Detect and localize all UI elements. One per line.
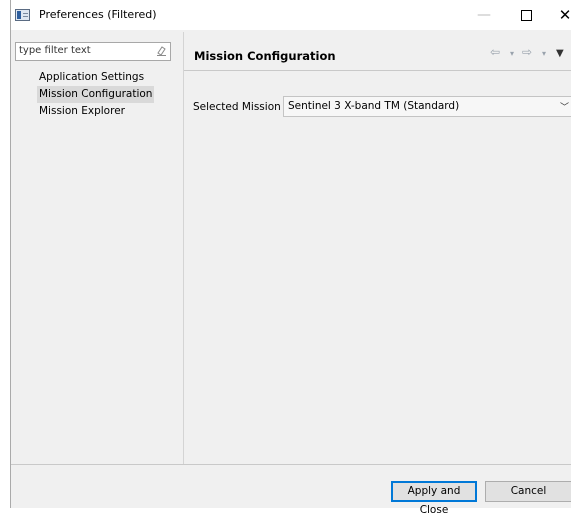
selected-mission-label: Selected Mission	[193, 101, 281, 113]
back-arrow-icon[interactable]: ⇦	[490, 45, 500, 59]
back-dropdown-icon[interactable]: ▾	[510, 49, 514, 58]
title-bar[interactable]: Preferences (Filtered) — ✕	[11, 0, 571, 30]
button-bar-separator	[11, 464, 571, 465]
forward-dropdown-icon[interactable]: ▾	[542, 49, 546, 58]
app-icon	[15, 9, 30, 21]
maximize-icon	[520, 10, 532, 21]
close-button[interactable]: ✕	[555, 6, 571, 24]
eraser-icon[interactable]	[157, 46, 166, 56]
page-title: Mission Configuration	[194, 49, 336, 63]
tree-item-mission-configuration[interactable]: Mission Configuration	[37, 86, 155, 103]
view-menu-icon[interactable]: ▼	[556, 48, 564, 59]
page-header: Mission Configuration ⇦ ▾ ⇨ ▾ ▼	[184, 32, 571, 71]
window-title: Preferences (Filtered)	[39, 8, 157, 21]
chevron-down-icon: ﹀	[559, 103, 569, 113]
filter-input[interactable]: type filter text	[15, 42, 171, 61]
maximize-button[interactable]	[516, 6, 536, 24]
preference-page: Mission Configuration ⇦ ▾ ⇨ ▾ ▼ Selected…	[184, 32, 571, 464]
tree-item-mission-explorer[interactable]: Mission Explorer	[37, 103, 154, 120]
cancel-button[interactable]: Cancel	[485, 481, 571, 502]
forward-arrow-icon[interactable]: ⇨	[522, 45, 532, 59]
preference-tree: Application Settings Mission Configurati…	[37, 69, 155, 120]
minimize-button[interactable]: —	[474, 6, 494, 24]
apply-and-close-button[interactable]: Apply and Close	[391, 481, 477, 516]
tree-item-application-settings[interactable]: Application Settings	[37, 69, 154, 86]
preferences-window: Preferences (Filtered) — ✕ type filter t…	[10, 0, 571, 516]
selected-mission-value: Sentinel 3 X-band TM (Standard)	[288, 100, 460, 112]
preferences-tree-pane: type filter text Application Settings Mi…	[11, 32, 183, 464]
selected-mission-select[interactable]: Sentinel 3 X-band TM (Standard) ﹀	[283, 96, 571, 117]
